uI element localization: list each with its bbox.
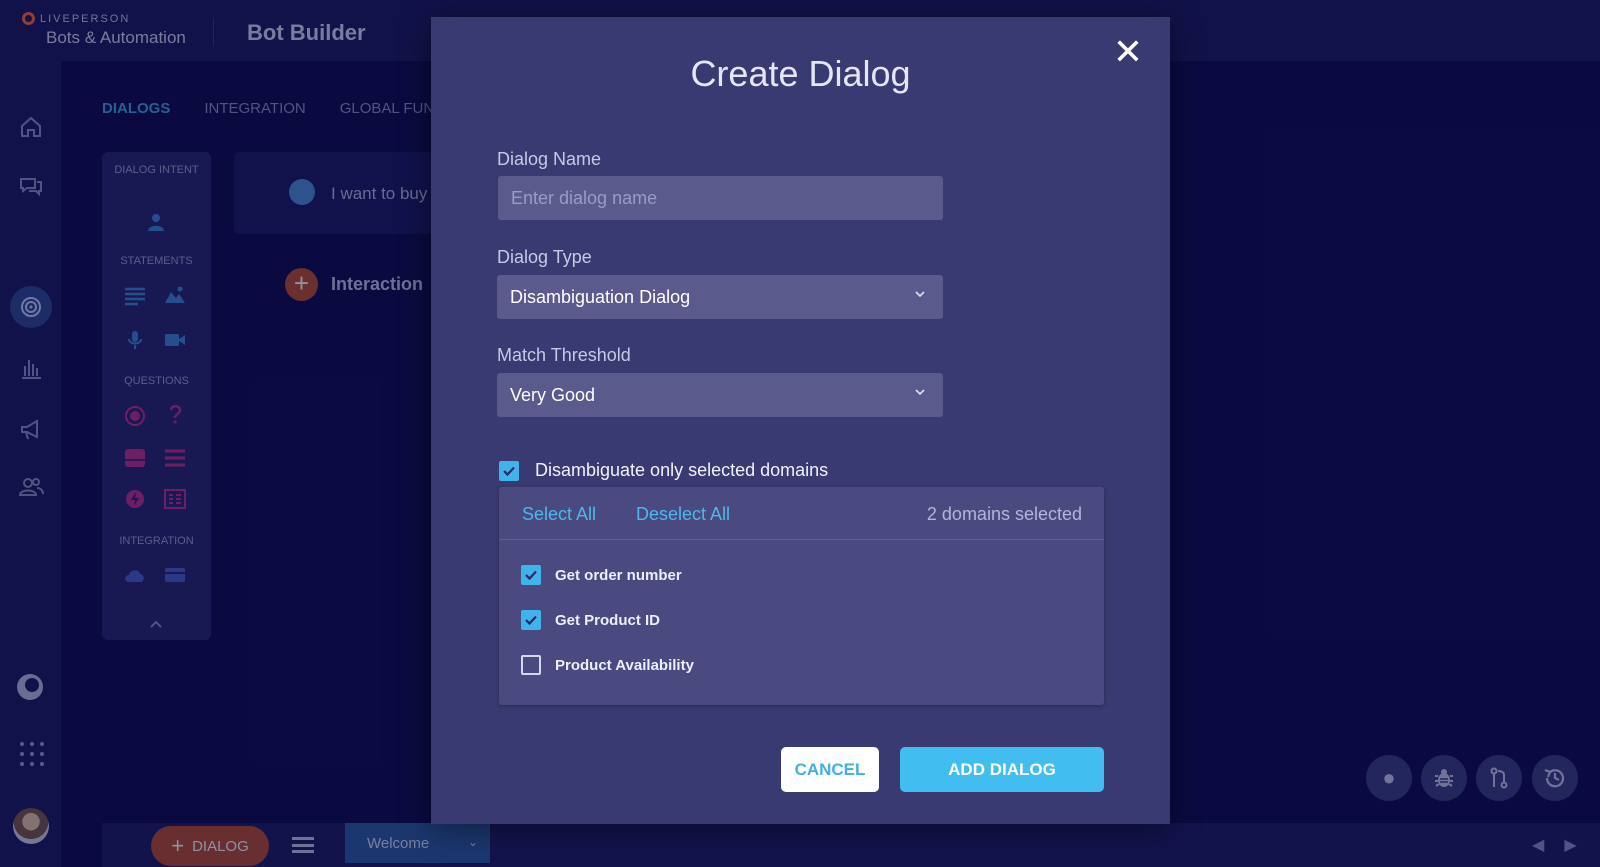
disambiguate-checkbox[interactable] xyxy=(499,460,519,481)
match-threshold-label: Match Threshold xyxy=(497,345,631,365)
match-threshold-value: Very Good xyxy=(510,384,596,405)
deselect-all-link[interactable]: Deselect All xyxy=(636,504,730,525)
domain-item[interactable]: Get Product ID xyxy=(521,610,660,630)
dialog-name-label: Dialog Name xyxy=(497,149,602,169)
domains-panel-header: Select All Deselect All 2 domains select… xyxy=(499,487,1104,540)
domain-checkbox[interactable] xyxy=(521,565,541,585)
domain-name: Product Availability xyxy=(555,656,694,674)
domains-panel: Select All Deselect All 2 domains select… xyxy=(499,487,1104,705)
checkmark-icon xyxy=(525,570,537,581)
match-threshold-select[interactable]: Very Good xyxy=(497,373,943,417)
dialog-type-value: Disambiguation Dialog xyxy=(510,286,691,307)
domain-name: Get order number xyxy=(555,566,682,584)
checkmark-icon xyxy=(503,466,515,476)
checkmark-icon xyxy=(525,615,537,626)
dialog-type-select[interactable]: Disambiguation Dialog xyxy=(497,275,943,319)
select-all-link[interactable]: Select All xyxy=(522,504,596,525)
chevron-down-icon xyxy=(915,389,925,396)
domain-checkbox[interactable] xyxy=(521,655,541,675)
add-dialog-button[interactable]: ADD DIALOG xyxy=(900,747,1104,792)
selected-count: 2 domains selected xyxy=(926,504,1082,524)
domain-item[interactable]: Get order number xyxy=(521,565,682,585)
domain-checkbox[interactable] xyxy=(521,610,541,630)
dialog-name-input[interactable] xyxy=(498,176,943,220)
disambiguate-label: Disambiguate only selected domains xyxy=(535,460,829,480)
domain-name: Get Product ID xyxy=(555,611,661,629)
modal-title: Create Dialog xyxy=(690,53,911,94)
disambiguate-option[interactable]: Disambiguate only selected domains xyxy=(499,460,828,481)
chevron-down-icon xyxy=(915,291,925,298)
create-dialog-modal: ✕ Create Dialog Dialog Name Dialog Type … xyxy=(431,17,1170,824)
dialog-type-label: Dialog Type xyxy=(497,247,592,267)
cancel-button[interactable]: CANCEL xyxy=(781,747,879,792)
domain-item[interactable]: Product Availability xyxy=(521,655,694,675)
